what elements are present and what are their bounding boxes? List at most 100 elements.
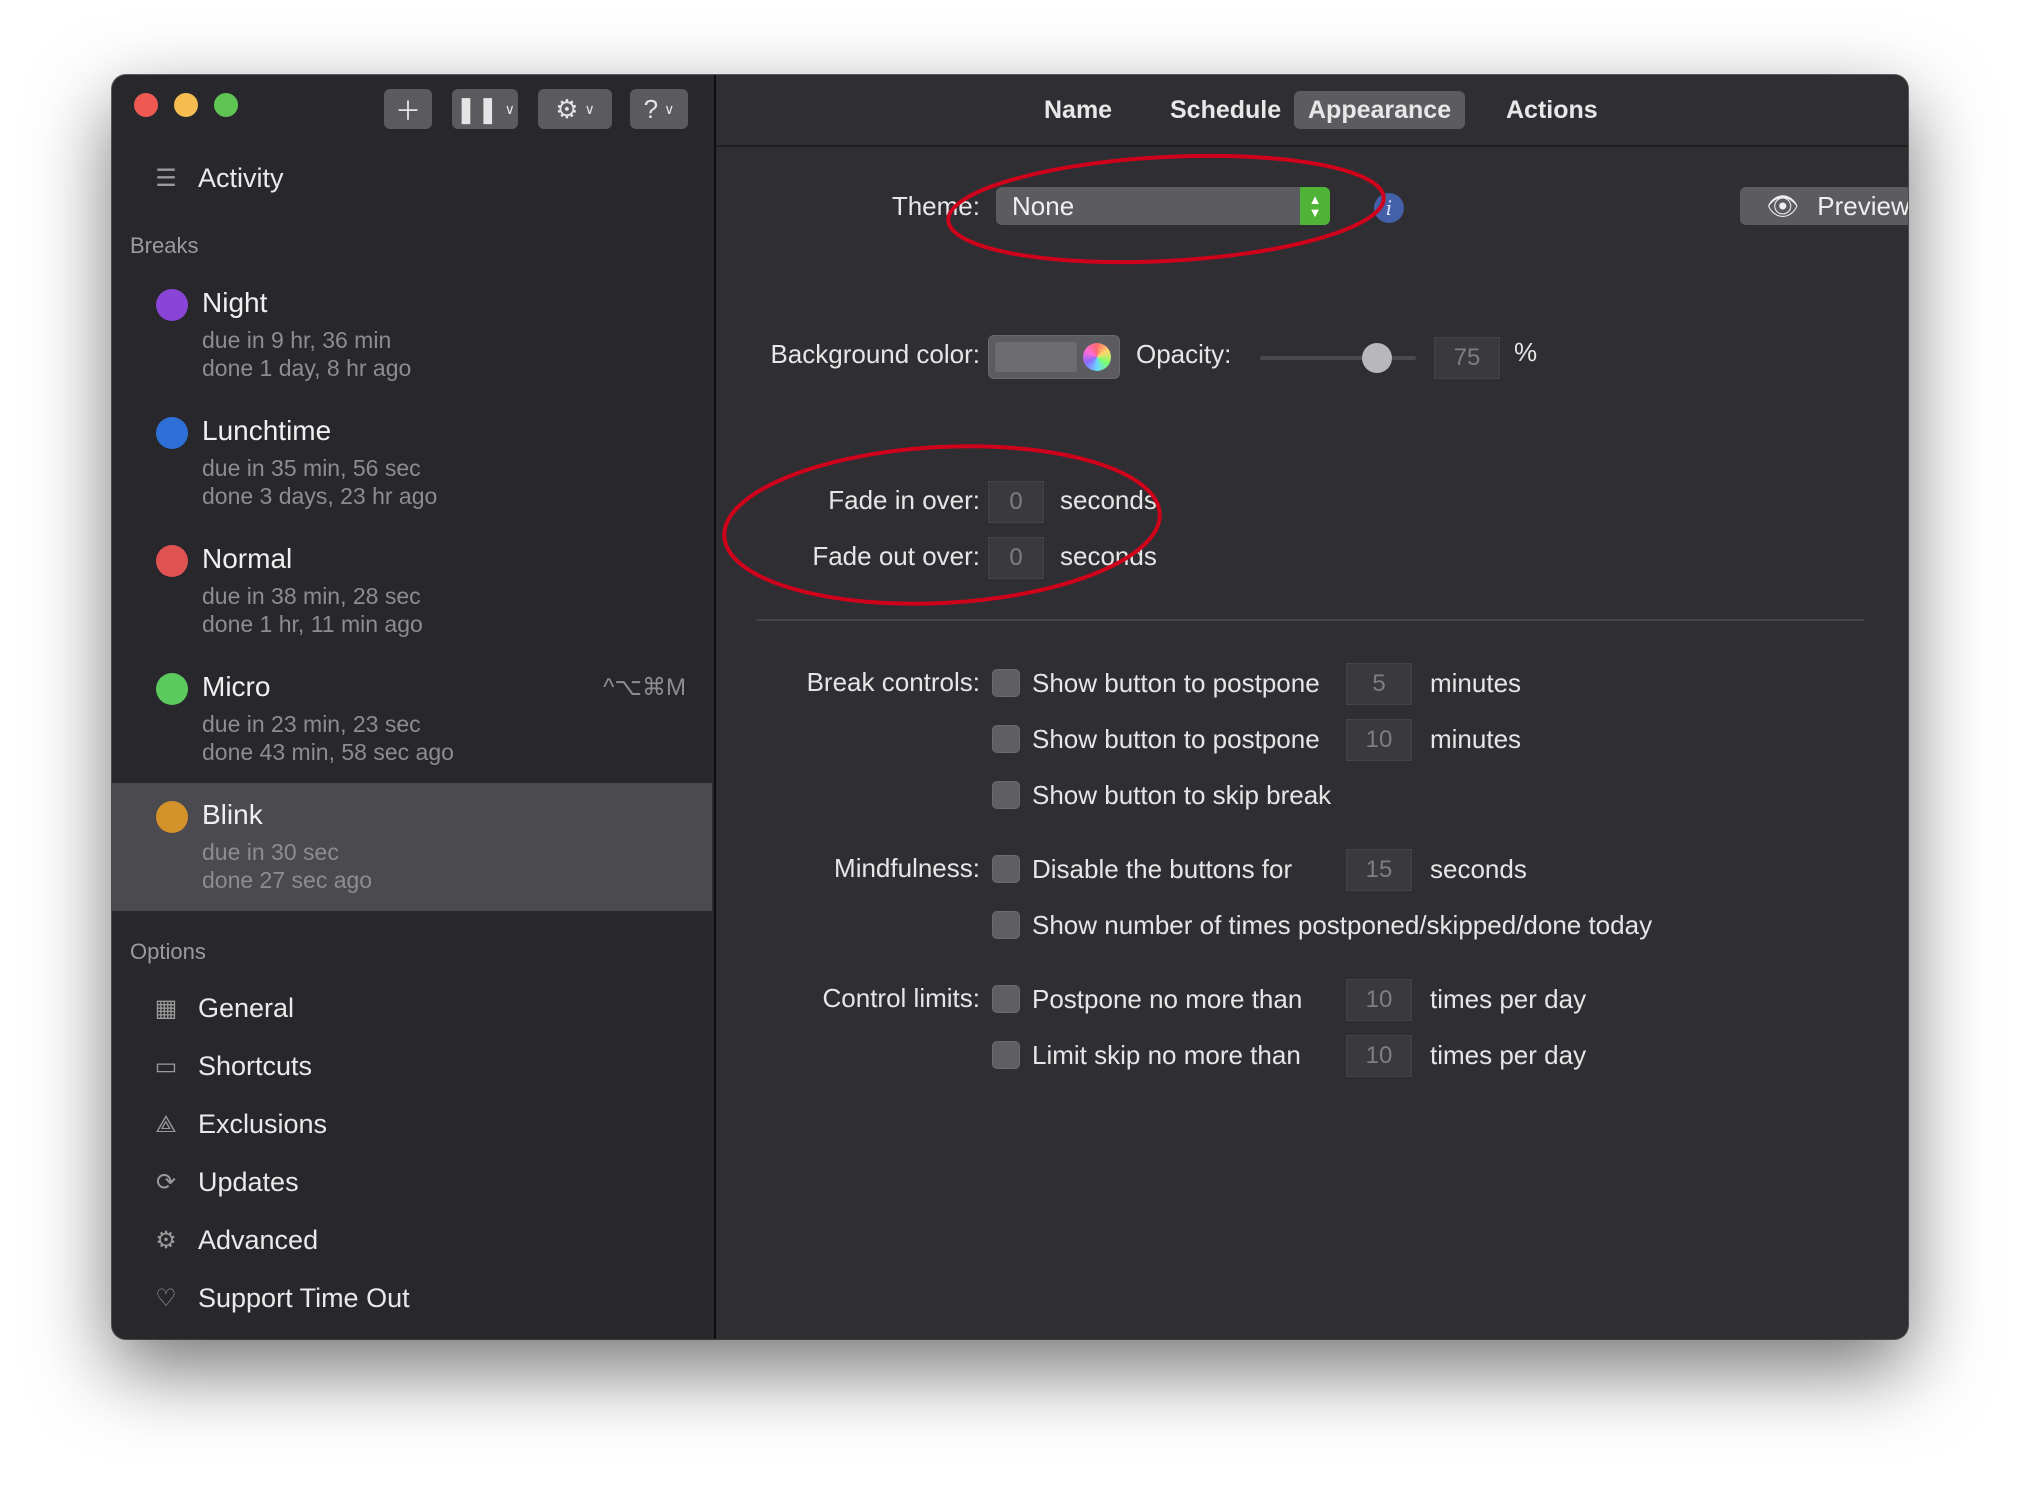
chevron-down-icon: ∨ (504, 100, 515, 117)
tab-appearance[interactable]: Appearance (1294, 91, 1466, 129)
postpone-10-checkbox[interactable] (992, 725, 1020, 753)
preview-label: Preview (1817, 190, 1908, 221)
help-icon: ? (643, 93, 659, 124)
annotation-overlay (722, 153, 1386, 606)
sidebar-item-label: Support Time Out (198, 1283, 410, 1313)
mindfulness-label: Mindfulness: (834, 853, 980, 883)
postpone-5-checkbox[interactable] (992, 669, 1020, 697)
disable-label: Disable the buttons for (1032, 854, 1293, 884)
options-heading: Options (130, 939, 206, 964)
sidebar-item-label: Updates (198, 1167, 299, 1197)
section-divider (756, 619, 1864, 621)
background-color-well[interactable] (988, 335, 1120, 379)
sidebar-item-exclusions[interactable]: ⟁ Exclusions (152, 1109, 327, 1140)
break-done: done 1 day, 8 hr ago (202, 355, 412, 381)
keyboard-icon: ▭ (154, 1053, 178, 1080)
break-color-dot (156, 289, 188, 321)
theme-label: Theme: (891, 191, 980, 221)
help-menu-button[interactable]: ? ∨ (630, 89, 688, 129)
opacity-label: Opacity: (1136, 339, 1232, 369)
fade-in-label: Fade in over: (828, 485, 980, 515)
background-color-label: Background color: (770, 339, 980, 369)
break-due: due in 35 min, 56 sec (202, 455, 421, 481)
show-count-label: Show number of times postponed/skipped/d… (1032, 910, 1653, 940)
break-due: due in 30 sec (202, 839, 339, 865)
breaks-heading: Breaks (130, 233, 199, 258)
postpone-limit-checkbox[interactable] (992, 985, 1020, 1013)
gear-icon: ⚙ (155, 1227, 177, 1254)
postpone-label: Show button to postpone (1032, 724, 1320, 754)
opacity-slider-knob[interactable] (1362, 343, 1392, 373)
fade-out-field[interactable]: 0 (988, 537, 1044, 579)
tab-actions[interactable]: Actions (1492, 91, 1612, 129)
sidebar-item-label: Shortcuts (198, 1051, 313, 1081)
postpone-label: Show button to postpone (1032, 668, 1320, 698)
fade-in-field[interactable]: 0 (988, 481, 1044, 523)
sidebar-item-label: Activity (198, 163, 284, 193)
skip-label: Show button to skip break (1032, 780, 1332, 810)
break-done: done 1 hr, 11 min ago (202, 611, 423, 637)
sidebar-item-advanced[interactable]: ⚙ Advanced (152, 1225, 318, 1256)
break-color-dot (156, 673, 188, 705)
opacity-unit: % (1514, 337, 1538, 367)
break-item-night[interactable]: Night due in 9 hr, 36 min done 1 day, 8 … (112, 271, 712, 399)
activity-icon: ☰ (155, 165, 177, 192)
minimize-window-button[interactable] (174, 93, 198, 117)
close-window-button[interactable] (134, 93, 158, 117)
break-item-normal[interactable]: Normal due in 38 min, 28 sec done 1 hr, … (112, 527, 712, 655)
preview-button[interactable]: 👁 Preview (1740, 187, 1908, 225)
disable-buttons-checkbox[interactable] (992, 855, 1020, 883)
color-wheel-icon (1083, 343, 1111, 371)
break-due: due in 9 hr, 36 min (202, 327, 392, 353)
sidebar-item-general[interactable]: ▦ General (152, 993, 294, 1024)
opacity-field[interactable]: 75 (1434, 337, 1500, 379)
info-icon[interactable]: i (1374, 193, 1404, 223)
pause-menu-button[interactable]: ❚❚ ∨ (452, 89, 518, 129)
break-item-micro[interactable]: Micro due in 23 min, 23 sec done 43 min,… (112, 655, 712, 783)
sidebar-item-updates[interactable]: ⟳ Updates (152, 1167, 299, 1198)
break-item-blink[interactable]: Blink due in 30 sec done 27 sec ago (112, 783, 712, 911)
times-per-day-label: times per day (1430, 984, 1587, 1014)
color-swatch (995, 342, 1077, 372)
sidebar: ＋ ❚❚ ∨ ⚙ ∨ ? ∨ ☰ Activity Breaks Night due … (112, 75, 716, 1339)
break-name: Normal (202, 543, 293, 574)
minutes-label: minutes (1430, 668, 1522, 698)
postpone-limit-field[interactable]: 10 (1346, 979, 1412, 1021)
sidebar-item-shortcuts[interactable]: ▭ Shortcuts (152, 1051, 312, 1082)
postpone-10-field[interactable]: 10 (1346, 719, 1412, 761)
skip-break-checkbox[interactable] (992, 781, 1020, 809)
skip-limit-checkbox[interactable] (992, 1041, 1020, 1069)
seconds-label: seconds (1060, 541, 1157, 571)
times-per-day-label: times per day (1430, 1040, 1587, 1070)
settings-menu-button[interactable]: ⚙ ∨ (538, 89, 612, 129)
app-window: ＋ ❚❚ ∨ ⚙ ∨ ? ∨ ☰ Activity Breaks Night due … (112, 75, 1908, 1339)
minutes-label: minutes (1430, 724, 1522, 754)
control-limits-label: Control limits: (822, 983, 980, 1013)
disable-seconds-field[interactable]: 15 (1346, 849, 1412, 891)
pause-icon: ❚❚ (455, 93, 499, 124)
opacity-slider[interactable] (1260, 356, 1416, 360)
chevron-down-icon: ∨ (664, 100, 675, 117)
sidebar-item-activity[interactable]: ☰ Activity (152, 163, 284, 194)
sidebar-item-support[interactable]: ♡ Support Time Out (152, 1283, 410, 1314)
break-controls-label: Break controls: (806, 667, 980, 697)
break-color-dot (156, 801, 188, 833)
break-item-lunchtime[interactable]: Lunchtime due in 35 min, 56 sec done 3 d… (112, 399, 712, 527)
break-name: Blink (202, 799, 263, 830)
gear-icon: ⚙ (555, 93, 579, 124)
zoom-window-button[interactable] (214, 93, 238, 117)
postpone-5-field[interactable]: 5 (1346, 663, 1412, 705)
tab-schedule[interactable]: Schedule (1156, 91, 1295, 129)
break-color-dot (156, 417, 188, 449)
up-down-arrows-icon: ▲ ▼ (1300, 187, 1330, 225)
tab-bar: Name Schedule Appearance Actions (716, 75, 1908, 147)
add-break-button[interactable]: ＋ (384, 89, 432, 129)
eye-icon: 👁 (1766, 190, 1800, 221)
theme-select[interactable]: None ▲ ▼ (996, 187, 1330, 225)
show-count-checkbox[interactable] (992, 911, 1020, 939)
break-done: done 3 days, 23 hr ago (202, 483, 438, 509)
tab-name[interactable]: Name (1030, 91, 1126, 129)
break-color-dot (156, 545, 188, 577)
break-done: done 27 sec ago (202, 867, 373, 893)
skip-limit-field[interactable]: 10 (1346, 1035, 1412, 1077)
